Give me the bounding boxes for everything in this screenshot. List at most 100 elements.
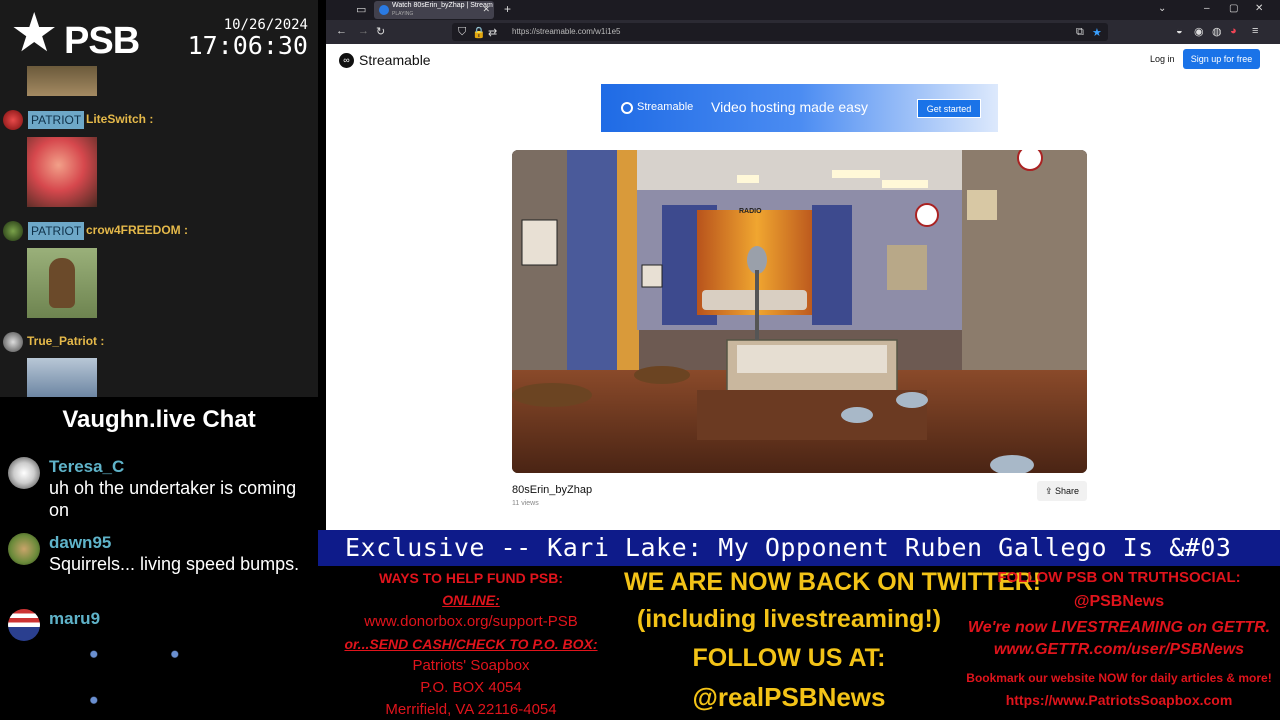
- chat-message: PATRIOT LiteSwitch :: [0, 110, 318, 140]
- twitter-handle[interactable]: @realPSBNews: [624, 682, 954, 713]
- login-link[interactable]: Log in: [1150, 54, 1175, 64]
- vaughn-chat-panel: Vaughn.live Chat Teresa_C uh oh the unde…: [0, 397, 318, 720]
- picture-in-picture-icon[interactable]: ⧉: [1076, 26, 1084, 39]
- forward-icon[interactable]: →: [358, 25, 369, 37]
- news-ticker: Exclusive -- Kari Lake: My Opponent Rube…: [318, 530, 1280, 566]
- bookmark-star-icon[interactable]: ★: [1092, 26, 1102, 39]
- tab-playing-label: PLAYING: [392, 11, 414, 17]
- tab-title: Watch 80sErin_byZhap | Stream: [392, 2, 493, 9]
- bookmark-text: Bookmark our website NOW for daily artic…: [966, 671, 1272, 685]
- permissions-icon[interactable]: ⇄: [488, 26, 497, 39]
- video-player[interactable]: RADIO: [512, 150, 1087, 473]
- share-button[interactable]: ⇪ Share: [1037, 481, 1087, 501]
- address-line: P.O. BOX 4054: [420, 679, 522, 696]
- chat-username: maru9: [49, 609, 101, 628]
- ad-banner[interactable]: Streamable Video hosting made easy Get s…: [601, 84, 998, 132]
- chat-image: [27, 248, 97, 318]
- online-label: ONLINE:: [442, 592, 500, 608]
- emote-image: [130, 629, 194, 671]
- chat-message: maru9: [0, 609, 318, 720]
- back-icon[interactable]: ←: [336, 25, 347, 37]
- psb-logo: ★ PSB: [8, 1, 140, 70]
- chat-message: PATRIOT crow4FREEDOM :: [0, 221, 318, 251]
- chat-username: LiteSwitch :: [86, 112, 154, 126]
- overlay-clock: 17:06:30: [187, 31, 308, 60]
- chat-text: Squirrels... living speed bumps.: [49, 554, 300, 574]
- chat-message: Teresa_C uh oh the undertaker is coming …: [0, 457, 318, 521]
- gettr-text: We're now LIVESTREAMING on GETTR.: [967, 619, 1271, 636]
- logo-text: PSB: [64, 20, 140, 62]
- browser-window: ▭ Watch 80sErin_byZhap | Stream PLAYING …: [326, 0, 1280, 530]
- menu-icon[interactable]: ≡: [1252, 25, 1258, 37]
- navigation-bar: ← → ↻ ⛉ 🔒 ⇄ https://streamable.com/w1i1e…: [326, 20, 1280, 44]
- chat-username: Teresa_C: [49, 457, 125, 476]
- chat-username: dawn95: [49, 533, 112, 552]
- reload-icon[interactable]: ↻: [376, 25, 385, 38]
- close-window-icon[interactable]: ✕: [1255, 3, 1263, 14]
- chat-text: uh oh the undertaker is coming on: [49, 478, 297, 520]
- user-avatar: [3, 332, 23, 352]
- banner-logo-text: Streamable: [637, 101, 694, 113]
- extension-icon[interactable]: ◍: [1212, 25, 1222, 38]
- follow-label: FOLLOW US AT:: [692, 644, 886, 672]
- get-started-button[interactable]: Get started: [917, 99, 981, 118]
- chat-image: [27, 358, 97, 397]
- patriot-chat-panel: ★ PSB 10/26/2024 17:06:30 PATRIOT LiteSw…: [0, 0, 318, 397]
- truthsocial-heading: FOLLOW PSB ON TRUTHSOCIAL:: [997, 569, 1241, 586]
- radio-sign-text: RADIO: [739, 208, 762, 215]
- video-frame: RADIO: [512, 150, 1087, 473]
- chat-username: True_Patriot :: [27, 334, 105, 348]
- lock-icon[interactable]: 🔒: [472, 26, 486, 39]
- chat-image: [27, 137, 97, 207]
- emote-image: [49, 675, 113, 717]
- account-icon[interactable]: ◉: [1194, 25, 1204, 38]
- tab-bar: ▭ Watch 80sErin_byZhap | Stream PLAYING …: [326, 0, 1280, 20]
- browser-tab[interactable]: Watch 80sErin_byZhap | Stream PLAYING ✕: [374, 1, 494, 19]
- share-icon: ⇪: [1044, 486, 1053, 496]
- close-icon[interactable]: ✕: [482, 4, 490, 15]
- video-views: 11 views: [512, 500, 539, 507]
- maximize-icon[interactable]: ▢: [1229, 3, 1238, 14]
- streamable-page: ∞ Streamable Log in Sign up for free Str…: [326, 44, 1280, 530]
- donorbox-link[interactable]: www.donorbox.org/support-PSB: [318, 613, 624, 630]
- user-avatar: [8, 609, 40, 641]
- user-avatar: [8, 457, 40, 489]
- address-bar[interactable]: ⛉ 🔒 ⇄ https://streamable.com/w1i1e5 ⧉ ★: [452, 23, 1108, 41]
- video-title: 80sErin_byZhap: [512, 484, 593, 496]
- streamable-logo-icon: [621, 102, 633, 114]
- address-line: Merrifield, VA 22116-4054: [385, 701, 557, 718]
- chat-username: crow4FREEDOM :: [86, 223, 189, 237]
- streamable-logo-text: Streamable: [359, 52, 431, 68]
- user-avatar: [3, 110, 23, 130]
- minimize-icon[interactable]: –: [1204, 3, 1210, 14]
- gettr-link[interactable]: www.GETTR.com/user/PSBNews: [958, 641, 1280, 659]
- patriot-badge: PATRIOT: [28, 222, 85, 240]
- shield-icon[interactable]: ⛉: [458, 26, 466, 39]
- pocket-icon[interactable]: ◒: [1176, 25, 1183, 37]
- mail-label: or...SEND CASH/CHECK TO P.O. BOX:: [344, 636, 598, 652]
- panel-divider: [318, 0, 326, 530]
- info-panels: WAYS TO HELP FUND PSB: ONLINE: www.donor…: [318, 566, 1280, 720]
- fund-heading: WAYS TO HELP FUND PSB:: [378, 570, 564, 586]
- patriot-badge: PATRIOT: [28, 111, 85, 129]
- user-avatar: [3, 221, 23, 241]
- streamable-favicon: [379, 5, 389, 15]
- chat-message: dawn95 Squirrels... living speed bumps.: [0, 533, 318, 597]
- twitter-heading: WE ARE NOW BACK ON TWITTER!: [624, 568, 1042, 596]
- star-icon: ★: [10, 1, 59, 64]
- streamable-logo-icon: ∞: [339, 53, 354, 68]
- new-tab-icon[interactable]: +: [504, 2, 511, 16]
- share-label: Share: [1055, 486, 1080, 496]
- extension-icon[interactable]: ◕: [1230, 25, 1237, 37]
- truthsocial-handle[interactable]: @PSBNews: [958, 593, 1280, 611]
- chat-title: Vaughn.live Chat: [62, 406, 256, 433]
- signup-button[interactable]: Sign up for free: [1183, 49, 1260, 69]
- address-line: Patriots' Soapbox: [412, 657, 530, 674]
- bear-shape: [49, 258, 75, 308]
- tab-list-icon[interactable]: ▭: [356, 3, 366, 16]
- emote-image: [49, 629, 113, 671]
- user-avatar: [8, 533, 40, 565]
- chevron-down-icon[interactable]: ⌄: [1158, 3, 1166, 14]
- website-link[interactable]: https://www.PatriotsSoapbox.com: [958, 692, 1280, 708]
- banner-tagline: Video hosting made easy: [711, 99, 868, 115]
